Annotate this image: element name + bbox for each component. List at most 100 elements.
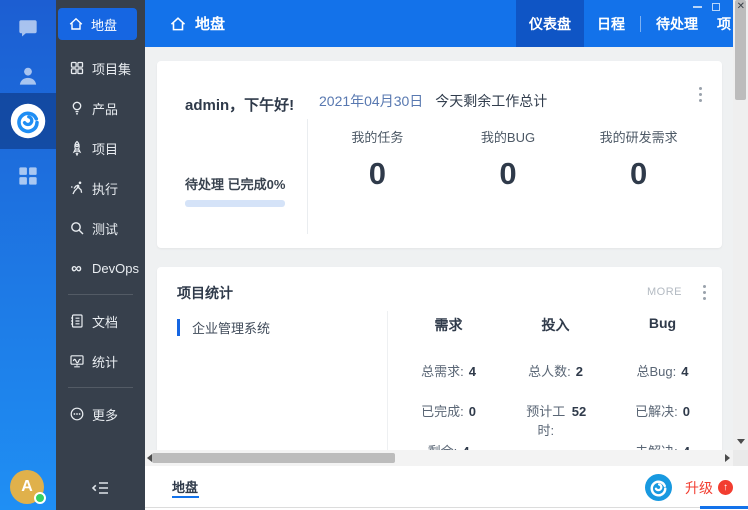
stat-label: 我的任务	[351, 130, 404, 145]
bulb-icon	[68, 100, 85, 117]
sidebar-item-more[interactable]: 更多	[56, 394, 145, 434]
horizontal-scrollbar[interactable]	[145, 450, 733, 466]
top-bar: 地盘 仪表盘 日程 待处理 项	[145, 0, 733, 47]
home-icon	[67, 16, 84, 33]
stat-row: 已解决: 0	[635, 404, 690, 419]
content-area: admin，下午好! 待处理 已完成0% 2021年04月30日 今天剩余工作总…	[145, 47, 733, 450]
sidebar-item-dashboard[interactable]: 地盘	[58, 8, 137, 40]
today-stats: 我的任务 0 我的BUG 0 我的研发需求 0	[312, 127, 704, 192]
sidebar-item-label: 地盘	[91, 17, 118, 33]
column-header: 需求	[434, 317, 463, 333]
stat-label: 我的BUG	[480, 130, 536, 145]
zentao-logo-icon[interactable]	[645, 474, 672, 501]
close-icon[interactable]: ✕	[737, 2, 745, 12]
sidebar-item-label: 统计	[92, 354, 119, 370]
sidebar-item-product[interactable]: 产品	[56, 88, 145, 128]
vertical-scrollbar-thumb[interactable]	[735, 0, 746, 100]
upgrade-label: 升级	[685, 479, 713, 496]
dashboard-card: admin，下午好! 待处理 已完成0% 2021年04月30日 今天剩余工作总…	[157, 61, 722, 248]
greeting-text: admin，下午好!	[185, 97, 295, 114]
sidebar-item-label: DevOps	[92, 260, 139, 276]
footer-bottom-line	[145, 507, 748, 508]
stat-label: 我的研发需求	[599, 130, 678, 145]
date-text: 2021年04月30日	[319, 93, 424, 109]
minimize-icon[interactable]	[693, 6, 702, 8]
avatar-letter: A	[21, 478, 33, 495]
stat-row: 预计工时: 52	[526, 404, 587, 438]
active-indicator	[177, 319, 180, 336]
collapse-sidebar-icon[interactable]	[90, 480, 112, 498]
sidebar-divider	[68, 387, 133, 388]
column-header: Bug	[648, 315, 677, 331]
sidebar-item-report[interactable]: 统计	[56, 341, 145, 381]
chat-icon[interactable]	[0, 6, 56, 54]
sidebar-item-project[interactable]: 项目	[56, 128, 145, 168]
upgrade-button[interactable]: 升级 ↑	[685, 478, 733, 498]
infinity-icon: ∞	[71, 259, 82, 277]
upgrade-badge-icon: ↑	[718, 480, 733, 495]
sidebar-item-program[interactable]: 项目集	[56, 48, 145, 88]
monitor-chart-icon	[68, 353, 85, 370]
magnifier-icon	[68, 220, 85, 237]
project-stat-grid: 需求 总需求:4 已完成:0 剩余:4 投入 总人数:2 预计工时:52 Bug…	[395, 315, 716, 450]
footer-blue-segment	[700, 506, 748, 509]
kebab-menu-icon[interactable]	[695, 83, 706, 106]
stat-my-tasks: 我的任务 0	[312, 127, 443, 192]
summary-title: 今天剩余工作总计	[435, 93, 548, 109]
scroll-right-arrow-icon[interactable]	[725, 454, 730, 462]
sidebar: 地盘 项目集 产品 项目 执行 测试 ∞ DevOps 文档 统计 更多	[56, 0, 145, 510]
maximize-icon[interactable]	[712, 3, 720, 11]
avatar[interactable]: A	[10, 470, 46, 504]
rocket-icon	[68, 140, 85, 157]
bug-column: Bug 总Bug:4 已解决:0 未解决:4	[609, 315, 716, 450]
app-window: A 地盘 项目集 产品 项目 执行 测试 ∞ DevOps 文档 统计 更多 地…	[0, 0, 748, 510]
story-column: 需求 总需求:4 已完成:0 剩余:4	[395, 315, 502, 450]
sidebar-item-label: 测试	[92, 221, 119, 237]
apps-grid-icon[interactable]	[0, 152, 56, 200]
stat-my-stories: 我的研发需求 0	[573, 127, 704, 192]
home-icon	[170, 16, 186, 30]
sidebar-item-testing[interactable]: 测试	[56, 208, 145, 248]
grid-icon	[68, 60, 85, 77]
stat-row: 未解决:4	[609, 442, 716, 450]
main-area: 地盘 仪表盘 日程 待处理 项 admin，下午好! 待处理 已完成0% 202…	[145, 0, 748, 510]
sidebar-item-devops[interactable]: ∞ DevOps	[56, 248, 145, 288]
sidebar-item-label: 执行	[92, 181, 119, 197]
sidebar-item-docs[interactable]: 文档	[56, 301, 145, 341]
kebab-menu-icon[interactable]	[699, 281, 710, 304]
tab-separator	[640, 15, 641, 32]
stat-my-bugs: 我的BUG 0	[443, 127, 574, 192]
horizontal-scrollbar-thumb[interactable]	[152, 453, 395, 463]
zentao-logo-icon[interactable]	[0, 93, 56, 149]
tab-dashboard[interactable]: 仪表盘	[516, 0, 584, 47]
sidebar-item-label: 更多	[92, 407, 119, 423]
tab-calendar[interactable]: 日程	[584, 0, 638, 47]
scroll-down-arrow-icon[interactable]	[737, 439, 745, 444]
more-circle-icon	[68, 406, 85, 423]
stat-row: 总Bug: 4	[636, 364, 689, 379]
todo-summary: 待处理 已完成0%	[185, 177, 286, 192]
stat-row: 总需求: 4	[421, 364, 476, 379]
card-title: 项目统计	[177, 285, 233, 301]
project-name: 企业管理系统	[192, 321, 271, 336]
column-header: 投入	[541, 317, 570, 333]
vertical-divider	[307, 119, 308, 234]
footer-tab-dashboard[interactable]: 地盘	[172, 477, 198, 496]
vertical-scrollbar[interactable]	[733, 0, 748, 450]
runner-icon	[68, 180, 85, 197]
stat-row: 总人数: 2	[528, 364, 583, 379]
project-stats-card: 项目统计 MORE 企业管理系统 需求 总需求:4 已完成:0 剩余:4	[157, 267, 722, 450]
footer-bar: 地盘 升级 ↑	[145, 466, 748, 510]
stat-value[interactable]: 0	[573, 156, 704, 192]
sidebar-divider	[68, 294, 133, 295]
vertical-divider	[387, 311, 388, 450]
stat-value[interactable]: 0	[443, 156, 574, 192]
project-list-item[interactable]: 企业管理系统	[177, 318, 270, 337]
page-title-text: 地盘	[195, 16, 226, 33]
page-title: 地盘	[145, 13, 225, 34]
stat-value[interactable]: 0	[312, 156, 443, 192]
more-link[interactable]: MORE	[647, 286, 682, 298]
sidebar-item-execution[interactable]: 执行	[56, 168, 145, 208]
stat-row: 剩余:4	[395, 442, 502, 450]
active-tab-underline	[172, 496, 199, 498]
